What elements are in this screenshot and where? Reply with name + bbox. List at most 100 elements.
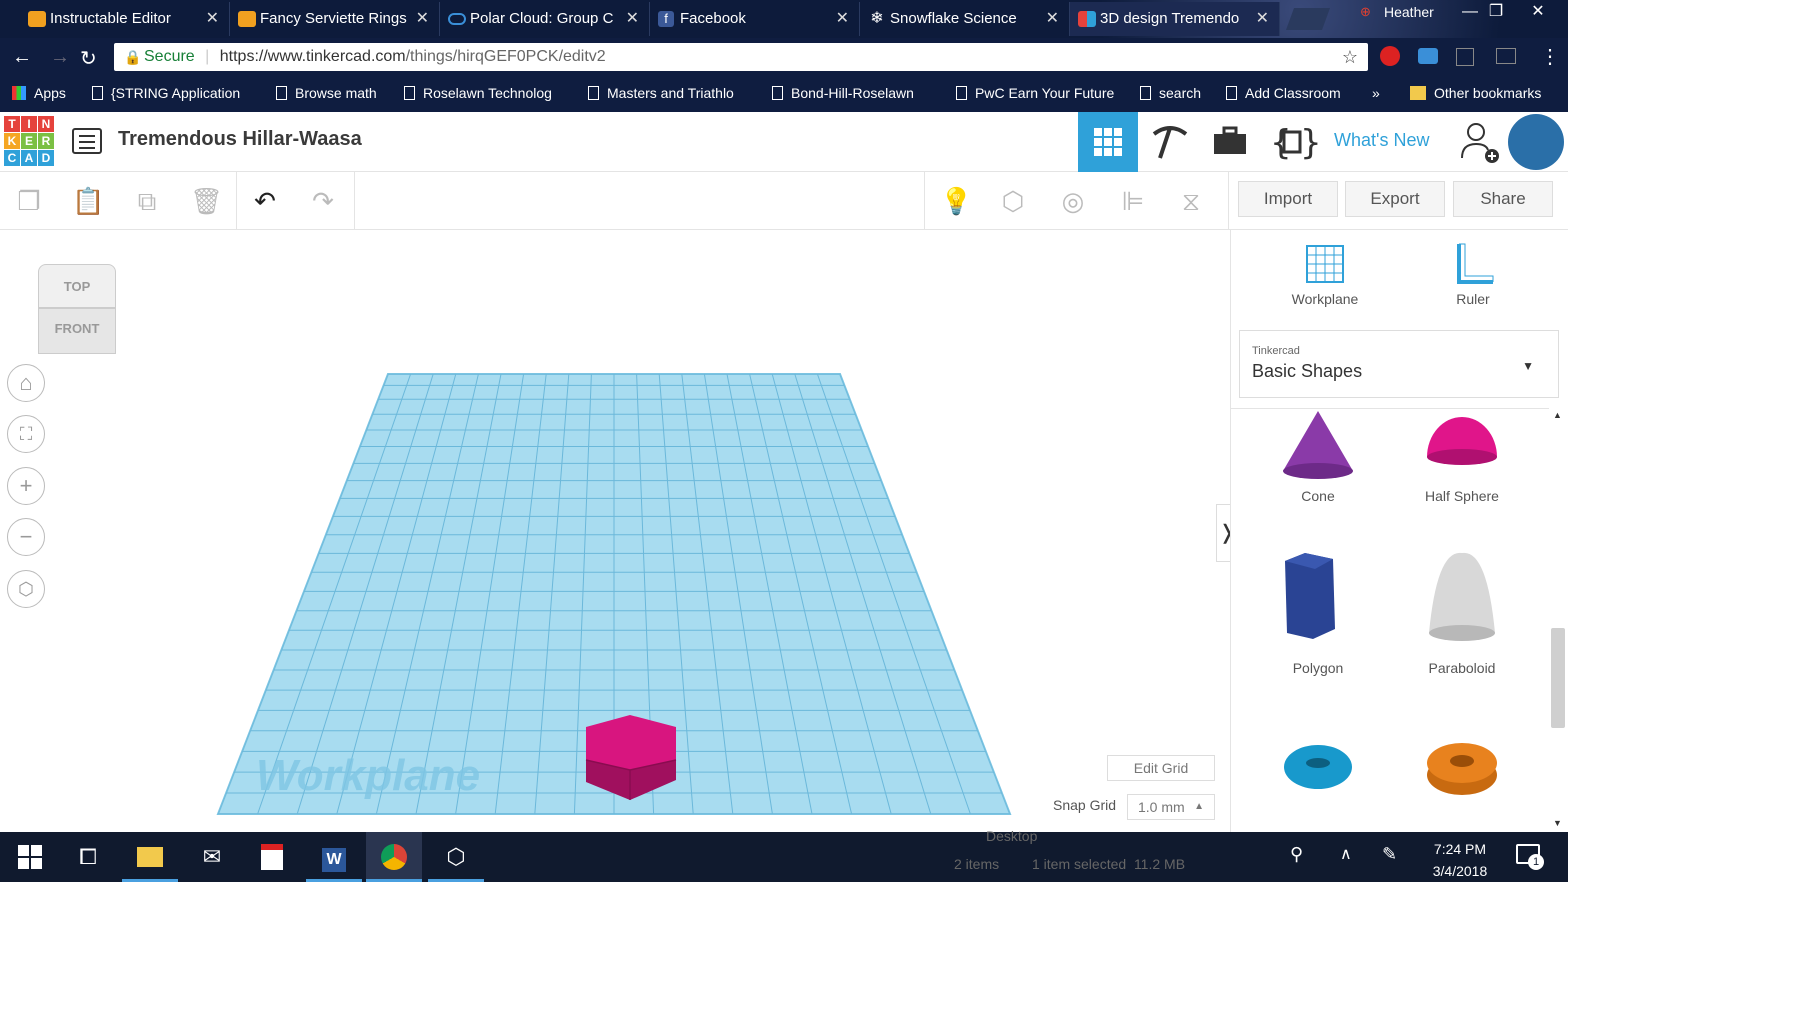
bookmark-item[interactable]: Masters and Triathlo <box>588 85 734 101</box>
3d-view-button[interactable] <box>1078 112 1138 172</box>
add-user-button[interactable] <box>1448 112 1508 172</box>
mail-icon[interactable]: ✉ <box>184 832 240 882</box>
bookmarks-overflow[interactable]: » <box>1372 85 1380 101</box>
pdf-icon[interactable] <box>244 832 300 882</box>
ruler-tool[interactable]: Ruler <box>1423 240 1523 307</box>
share-button[interactable]: Share <box>1453 181 1553 217</box>
redo-icon[interactable]: ↷ <box>308 186 338 216</box>
extension-icon[interactable] <box>1418 48 1438 64</box>
project-title[interactable]: Tremendous Hillar-Waasa <box>118 128 362 151</box>
bricks-button[interactable] <box>1200 112 1260 172</box>
shape-library-select[interactable]: Tinkercad Basic Shapes ▼ <box>1239 330 1559 398</box>
3d-viewport[interactable]: TOP FRONT ⌂ ⛶ + − ⬡ Workplane Edit Grid … <box>0 230 1238 832</box>
polygon-icon <box>1285 553 1335 639</box>
workplane-grid[interactable]: Workplane <box>0 230 1230 832</box>
instructables-robot-icon <box>28 11 46 27</box>
tab-facebook[interactable]: f Facebook ✕ <box>650 2 860 36</box>
ruler-icon <box>1457 243 1494 284</box>
bookmarks-bar: Apps {STRING Application Browse math Ros… <box>0 76 1568 112</box>
shape-polygon[interactable]: Polygon <box>1263 549 1373 676</box>
shapes-scrollbar[interactable]: ▲ ▼ <box>1549 408 1569 832</box>
reload-icon[interactable]: ↻ <box>80 46 97 71</box>
scroll-up-icon[interactable]: ▲ <box>1553 410 1562 420</box>
close-tab-icon[interactable]: ✕ <box>416 2 429 36</box>
avatar[interactable] <box>1508 114 1564 170</box>
close-tab-icon[interactable]: ✕ <box>1256 2 1269 36</box>
paste-icon[interactable]: 📋 <box>72 186 104 216</box>
people-icon[interactable]: ⚲ <box>1290 844 1303 865</box>
shapes-panel: Workplane Ruler Tinkercad Basic Shapes ▼… <box>1230 230 1569 832</box>
export-button[interactable]: Export <box>1345 181 1445 217</box>
tinkercad-logo[interactable]: T I N K E R C A D <box>4 116 56 168</box>
undo-icon[interactable]: ↶ <box>250 186 280 216</box>
bookmark-item[interactable]: Roselawn Technolog <box>404 85 552 101</box>
pen-icon[interactable]: ✎ <box>1382 844 1397 865</box>
tray-chevron-icon[interactable]: ∧ <box>1340 844 1352 864</box>
duplicate-icon[interactable]: ⧉ <box>132 186 162 216</box>
workplane-tool[interactable]: Workplane <box>1275 240 1375 307</box>
extension-icon[interactable] <box>1456 48 1474 66</box>
design-list-icon[interactable] <box>72 128 102 154</box>
star-icon[interactable]: ☆ <box>1342 43 1358 71</box>
menu-icon[interactable]: ⋮ <box>1540 44 1560 69</box>
close-tab-icon[interactable]: ✕ <box>836 2 849 36</box>
bookmark-item[interactable]: PwC Earn Your Future <box>956 85 1114 101</box>
file-explorer-icon[interactable] <box>122 832 178 882</box>
shape-half-sphere[interactable]: Half Sphere <box>1407 409 1517 504</box>
chrome-icon[interactable] <box>366 832 422 882</box>
blocks-button[interactable] <box>1140 112 1200 172</box>
forward-icon[interactable]: → <box>50 46 70 69</box>
word-icon[interactable]: W <box>306 832 362 882</box>
bookmark-item[interactable]: Browse math <box>276 85 377 101</box>
close-window-icon[interactable]: ✕ <box>1520 0 1556 26</box>
import-button[interactable]: Import <box>1238 181 1338 217</box>
bookmark-item[interactable]: Add Classroom <box>1226 85 1341 101</box>
shape-tube[interactable] <box>1407 737 1517 810</box>
scroll-down-icon[interactable]: ▼ <box>1553 818 1562 828</box>
ruler-label: Ruler <box>1456 291 1490 307</box>
lightbulb-icon[interactable]: 💡 <box>940 186 972 216</box>
tab-fancy-serviette[interactable]: Fancy Serviette Rings ✕ <box>230 2 440 36</box>
back-icon[interactable]: ← <box>12 46 32 69</box>
close-tab-icon[interactable]: ✕ <box>1046 2 1059 36</box>
extension-icon[interactable] <box>1380 46 1400 66</box>
start-icon[interactable] <box>2 832 58 882</box>
trash-icon[interactable]: 🗑 <box>190 186 223 216</box>
group-icon[interactable]: ⬡ <box>998 186 1028 216</box>
shape-paraboloid[interactable]: Paraboloid <box>1407 549 1517 676</box>
system-clock[interactable]: 7:24 PM 3/4/2018 <box>1418 838 1502 882</box>
tab-instructable-editor[interactable]: Instructable Editor ✕ <box>20 2 230 36</box>
other-bookmarks[interactable]: Other bookmarks <box>1410 85 1541 101</box>
tab-polar-cloud[interactable]: Polar Cloud: Group C ✕ <box>440 2 650 36</box>
scrollbar-thumb[interactable] <box>1551 628 1565 728</box>
lock-icon: 🔒 <box>124 49 142 65</box>
tab-3d-design[interactable]: 3D design Tremendo ✕ <box>1070 2 1280 36</box>
copy-icon[interactable]: ❐ <box>14 186 44 216</box>
cast-icon[interactable] <box>1496 48 1516 64</box>
task-view-icon[interactable]: ⧠ <box>60 832 116 882</box>
action-center-icon[interactable]: 1 <box>1516 844 1544 870</box>
whats-new-link[interactable]: What's New <box>1334 130 1429 151</box>
close-tab-icon[interactable]: ✕ <box>206 2 219 36</box>
shape-torus[interactable] <box>1263 737 1373 810</box>
chrome-profile-name[interactable]: Heather <box>1384 4 1434 20</box>
bookmark-item[interactable]: Bond-Hill-Roselawn <box>772 85 914 101</box>
codeblocks-button[interactable]: {} <box>1262 112 1322 172</box>
tab-snowflake-science[interactable]: ❄ Snowflake Science ✕ <box>860 2 1070 36</box>
briefcase-icon <box>1214 126 1246 154</box>
new-tab-button[interactable] <box>1285 8 1331 30</box>
bookmark-apps[interactable]: Apps <box>12 85 66 101</box>
logo-letter: R <box>38 133 54 149</box>
shape-cone[interactable]: Cone <box>1263 409 1373 504</box>
ungroup-icon[interactable]: ◎ <box>1058 186 1088 216</box>
url-input[interactable]: 🔒 Secure | https://www.tinkercad.com/thi… <box>114 43 1368 71</box>
bookmark-item[interactable]: {STRING Application <box>92 85 240 101</box>
mirror-icon[interactable]: ⧖ <box>1176 186 1206 216</box>
snap-grid-select[interactable]: 1.0 mm ▲ <box>1127 794 1215 820</box>
3d-builder-icon[interactable]: ⬡ <box>428 832 484 882</box>
close-tab-icon[interactable]: ✕ <box>626 2 639 36</box>
restore-icon[interactable]: ❐ <box>1478 0 1514 26</box>
bookmark-item[interactable]: search <box>1140 85 1201 101</box>
edit-grid-button[interactable]: Edit Grid <box>1107 755 1215 781</box>
align-icon[interactable]: ⊫ <box>1118 186 1148 216</box>
